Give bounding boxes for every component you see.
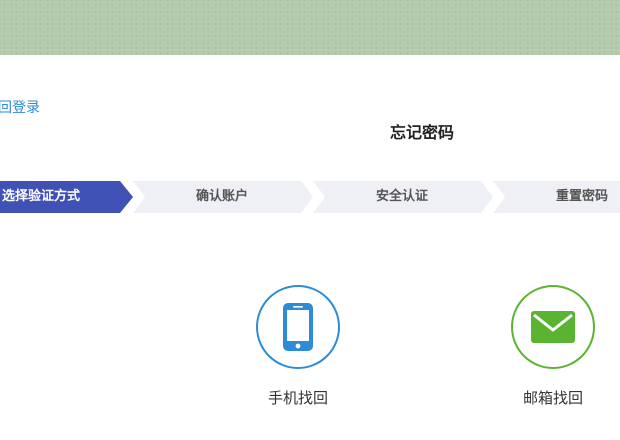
email-recovery-label[interactable]: 邮箱找回 <box>511 389 595 407</box>
step-label: 重置密码 <box>556 189 609 204</box>
phone-icon <box>283 303 313 351</box>
top-banner <box>0 0 620 55</box>
phone-icon-circle[interactable] <box>256 285 340 369</box>
page-title: 忘记密码 <box>390 123 455 142</box>
step-reset-password[interactable]: 重置密码 <box>493 181 620 213</box>
step-confirm-account[interactable]: 确认账户 <box>133 181 313 213</box>
back-to-login-link[interactable]: 回登录 <box>0 99 40 117</box>
forgot-password-page: 回登录 忘记密码 选择验证方式 确认账户 安全认证 重置密码 手机找回 邮箱找回 <box>0 0 620 440</box>
step-label: 安全认证 <box>376 189 429 204</box>
email-recovery-option[interactable]: 邮箱找回 <box>511 285 595 407</box>
mail-icon <box>531 311 575 343</box>
phone-recovery-label[interactable]: 手机找回 <box>256 389 340 407</box>
step-label: 选择验证方式 <box>2 189 81 204</box>
step-label: 确认账户 <box>196 189 249 204</box>
step-security-verification[interactable]: 安全认证 <box>313 181 493 213</box>
phone-recovery-option[interactable]: 手机找回 <box>256 285 340 407</box>
step-select-verification[interactable]: 选择验证方式 <box>0 181 133 213</box>
mail-icon-circle[interactable] <box>511 285 595 369</box>
progress-steps: 选择验证方式 确认账户 安全认证 重置密码 <box>0 181 620 213</box>
